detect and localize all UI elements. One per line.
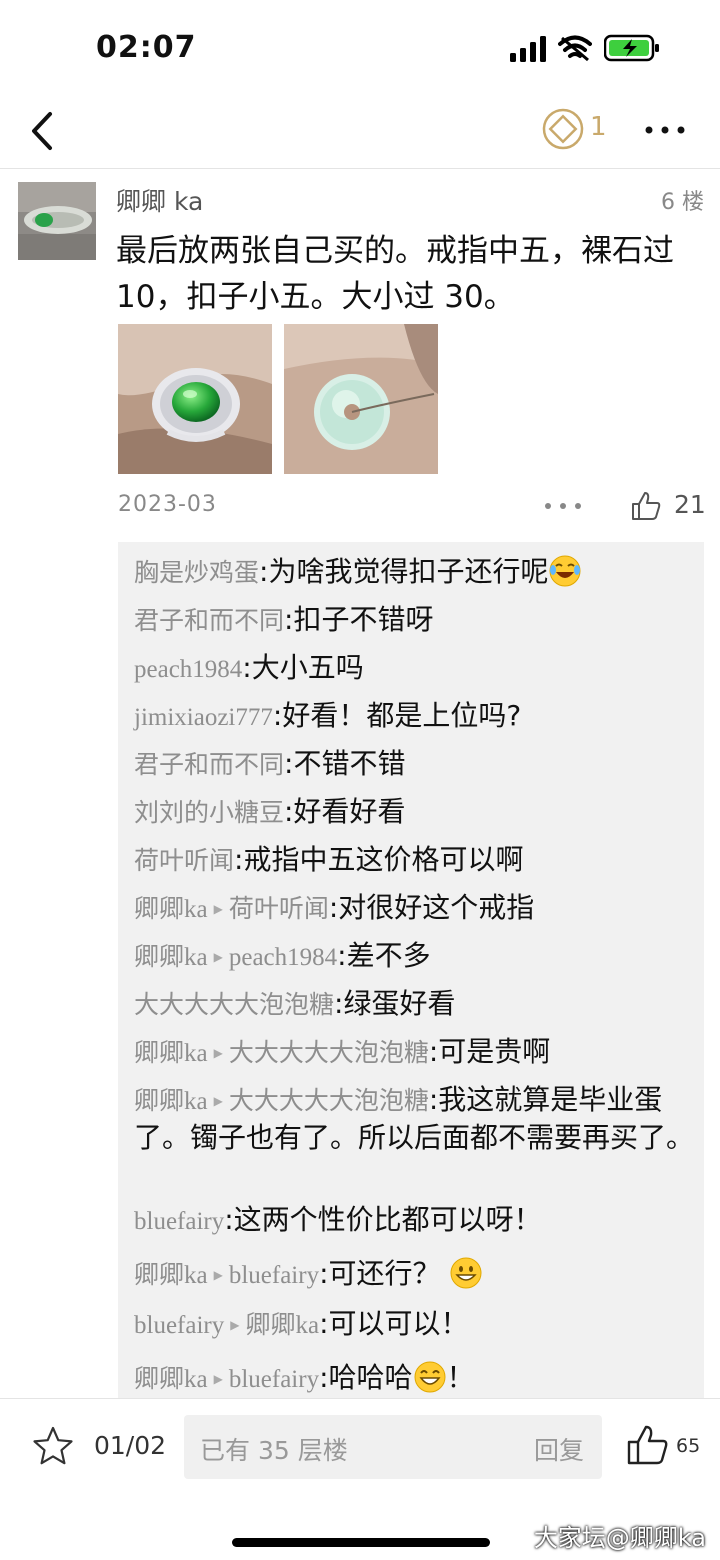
reply-target[interactable]: 大大大大大泡泡糖: [229, 1040, 429, 1067]
ring-photo[interactable]: [118, 324, 272, 474]
reply-arrow-icon: ▶: [213, 902, 223, 916]
reply-author[interactable]: jimixiaozi777: [134, 704, 273, 731]
reply-author[interactable]: 卿卿ka: [134, 1088, 208, 1115]
reply-arrow-icon: ▶: [230, 1318, 240, 1332]
battery-icon: [604, 34, 659, 62]
reply-button[interactable]: 回复: [534, 1431, 584, 1467]
status-time: 02:07: [96, 30, 197, 65]
coin-reward-icon[interactable]: [542, 108, 584, 150]
post-more-icon[interactable]: [542, 494, 584, 518]
post-content: 最后放两张自己买的。戒指中五，裸石过 10，扣子小五。大小过 30。: [116, 233, 674, 315]
reply-item[interactable]: 君子和而不同:不错不错: [134, 746, 694, 784]
reply-item[interactable]: 卿卿ka ▶ bluefairy:哈哈哈！: [134, 1360, 694, 1398]
reply-author[interactable]: peach1984: [134, 656, 242, 683]
reply-input-placeholder: 已有 35 层楼: [200, 1436, 348, 1465]
reply-target[interactable]: 荷叶听闻: [229, 896, 329, 923]
reply-text: 可是贵啊: [438, 1035, 551, 1068]
post-date: 2023-03: [118, 492, 217, 517]
reply-item[interactable]: 卿卿ka ▶ 大大大大大泡泡糖:我这就算是毕业蛋了。镯子也有了。所以后面都不需要再买…: [134, 1082, 694, 1156]
reply-arrow-icon: ▶: [213, 1046, 223, 1060]
reply-author[interactable]: 卿卿ka: [134, 944, 208, 971]
reply-item[interactable]: 刘刘的小糖豆:好看好看: [134, 794, 694, 832]
reply-target[interactable]: peach1984: [229, 944, 337, 971]
status-bar: 02:07: [0, 0, 720, 96]
reply-target[interactable]: 卿卿ka: [245, 1312, 319, 1339]
reply-text: 为啥我觉得扣子还行呢: [268, 555, 549, 588]
reply-target[interactable]: bluefairy: [229, 1366, 319, 1393]
reply-text: 戒指中五这价格可以啊: [243, 843, 524, 876]
reply-text: 好看！都是上位吗?: [282, 699, 522, 732]
reply-arrow-icon: ▶: [213, 950, 223, 964]
reply-text: 可还行？: [328, 1257, 441, 1290]
grin-emoji-icon: [450, 1257, 482, 1289]
reply-target[interactable]: 大大大大大泡泡糖: [229, 1088, 429, 1115]
reply-author[interactable]: 刘刘的小糖豆: [134, 800, 284, 827]
reply-author[interactable]: bluefairy: [134, 1208, 224, 1235]
wifi-icon: [558, 35, 592, 62]
floor-number: 6 楼: [661, 190, 704, 215]
reply-item[interactable]: 胸是炒鸡蛋:为啥我觉得扣子还行呢: [134, 554, 694, 592]
reply-author[interactable]: 胸是炒鸡蛋: [134, 560, 259, 587]
reply-item[interactable]: 卿卿ka ▶ bluefairy:可还行？: [134, 1256, 694, 1294]
reply-input[interactable]: 已有 35 层楼 回复: [184, 1415, 602, 1479]
reply-list: 胸是炒鸡蛋:为啥我觉得扣子还行呢 君子和而不同:扣子不错呀 peach1984:…: [118, 542, 704, 1398]
reply-item[interactable]: peach1984:大小五吗: [134, 650, 694, 688]
reply-item[interactable]: 大大大大大泡泡糖:绿蛋好看: [134, 986, 694, 1024]
coin-count: 1: [590, 112, 607, 142]
reply-text: 好看好看: [293, 795, 406, 828]
reply-author[interactable]: bluefairy: [134, 1312, 224, 1339]
navigation-bar: 1: [0, 96, 720, 169]
more-options-icon[interactable]: [640, 110, 690, 150]
reply-text: 对很好这个戒指: [338, 891, 535, 924]
watermark: 大家坛@卿卿ka: [533, 1524, 706, 1552]
reply-item[interactable]: 卿卿ka ▶ 大大大大大泡泡糖:可是贵啊: [134, 1034, 694, 1072]
reply-author[interactable]: 卿卿ka: [134, 896, 208, 923]
reply-text: 不错不错: [293, 747, 406, 780]
laugh-cry-emoji-icon: [549, 555, 581, 587]
post-username[interactable]: 卿卿 ka: [116, 182, 203, 218]
bottom-like-count: 65: [676, 1435, 701, 1457]
reply-text: 哈哈哈: [328, 1361, 413, 1394]
reply-author[interactable]: 君子和而不同: [134, 752, 284, 779]
reply-text: 绿蛋好看: [343, 987, 456, 1020]
reply-author[interactable]: 卿卿ka: [134, 1040, 208, 1067]
reply-arrow-icon: ▶: [213, 1268, 223, 1282]
thumbs-up-icon[interactable]: [630, 490, 662, 522]
reply-author[interactable]: 君子和而不同: [134, 608, 284, 635]
reply-text: 扣子不错呀: [293, 603, 434, 636]
reply-text-suffix: ！: [446, 1361, 475, 1394]
smile-emoji-icon: [414, 1361, 446, 1393]
reply-item[interactable]: 君子和而不同:扣子不错呀: [134, 602, 694, 640]
back-arrow-icon[interactable]: [22, 106, 62, 156]
reply-item[interactable]: bluefairy ▶ 卿卿ka:可以可以！: [134, 1306, 694, 1344]
home-indicator[interactable]: [232, 1538, 490, 1547]
reply-text: 这两个性价比都可以呀！: [233, 1203, 542, 1236]
reply-author[interactable]: 卿卿ka: [134, 1366, 208, 1393]
reply-item[interactable]: 荷叶听闻:戒指中五这价格可以啊: [134, 842, 694, 880]
reply-author[interactable]: 大大大大大泡泡糖: [134, 992, 334, 1019]
reply-item[interactable]: jimixiaozi777:好看！都是上位吗?: [134, 698, 694, 736]
reply-text: 大小五吗: [251, 651, 364, 684]
reply-target[interactable]: bluefairy: [229, 1262, 319, 1289]
reply-item[interactable]: 卿卿ka ▶ peach1984:差不多: [134, 938, 694, 976]
thumbs-up-icon[interactable]: [626, 1423, 670, 1467]
avatar[interactable]: [18, 182, 96, 260]
reply-item[interactable]: bluefairy:这两个性价比都可以呀！: [134, 1202, 694, 1240]
reply-author[interactable]: 荷叶听闻: [134, 848, 234, 875]
reply-arrow-icon: ▶: [213, 1372, 223, 1386]
bottom-bar: 01/02 已有 35 层楼 回复 65: [0, 1398, 720, 1499]
reply-text: 可以可以！: [328, 1307, 469, 1340]
signal-icon: [510, 36, 546, 62]
reply-author[interactable]: 卿卿ka: [134, 1262, 208, 1289]
reply-text: 差不多: [346, 939, 431, 972]
reply-item[interactable]: 卿卿ka ▶ 荷叶听闻:对很好这个戒指: [134, 890, 694, 928]
page-indicator[interactable]: 01/02: [94, 1431, 166, 1460]
star-favorite-icon[interactable]: [32, 1425, 74, 1467]
post-like-count: 21: [674, 490, 706, 519]
reply-arrow-icon: ▶: [213, 1094, 223, 1108]
jade-buckle-photo[interactable]: [284, 324, 438, 474]
